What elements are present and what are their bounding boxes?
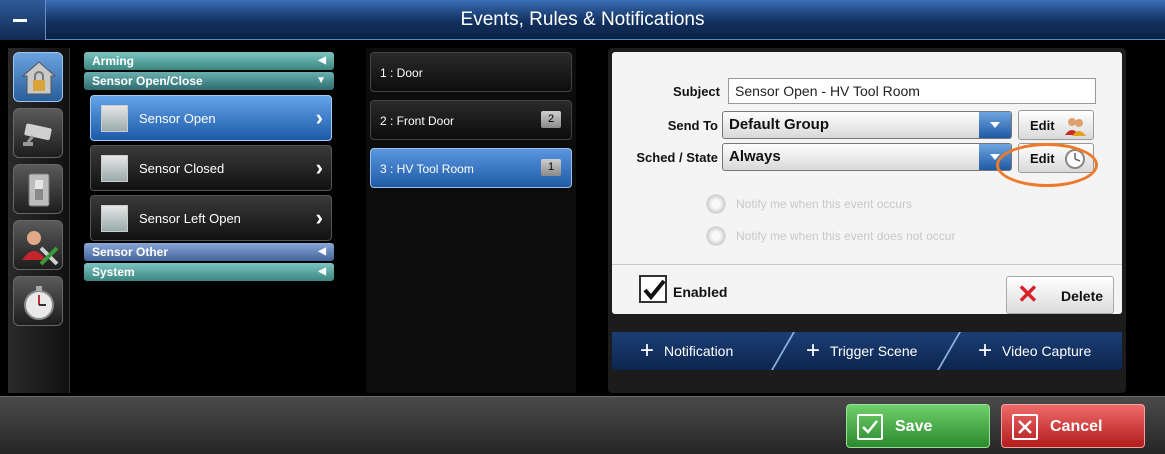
- category-system[interactable]: System ◀: [84, 263, 334, 281]
- cancel-button[interactable]: Cancel: [1001, 404, 1145, 448]
- group-people-icon: [1065, 118, 1086, 136]
- bottom-action-bar: Save Cancel: [0, 396, 1165, 454]
- sub-item-sensor-closed[interactable]: Sensor Closed ›: [90, 145, 332, 191]
- category-column: Arming ◀ Sensor Open/Close ▼ Sensor Open…: [80, 48, 338, 393]
- chevron-right-icon: ›: [315, 205, 323, 230]
- category-label: Sensor Other: [92, 245, 169, 259]
- chevron-down-icon: [979, 112, 1011, 138]
- cancel-label: Cancel: [1050, 418, 1103, 435]
- tab-notification[interactable]: + Notification: [640, 332, 770, 370]
- window-title: Events, Rules & Notifications: [460, 9, 705, 30]
- enabled-checkbox[interactable]: [639, 275, 667, 303]
- checkmark-icon: [643, 279, 666, 301]
- highlight-annotation-ring: [996, 143, 1098, 187]
- radio-label: Notify me when this event does not occur: [736, 229, 956, 243]
- radio-icon: [706, 226, 726, 246]
- tab-video-capture[interactable]: + Video Capture: [978, 332, 1118, 370]
- delete-x-icon: ✕: [1017, 279, 1039, 309]
- plus-icon: +: [806, 337, 821, 364]
- save-label: Save: [895, 418, 933, 435]
- sub-item-sensor-open[interactable]: Sensor Open ›: [90, 95, 332, 141]
- nav-home-button[interactable]: [13, 52, 63, 102]
- sensor-closed-icon: [101, 155, 128, 182]
- event-item-front-door[interactable]: 2 : Front Door 2: [370, 100, 572, 140]
- send-to-select[interactable]: Default Group: [722, 111, 1012, 139]
- chevron-right-icon: ›: [315, 105, 323, 130]
- sensor-left-open-icon: [101, 205, 128, 232]
- event-label: 3 : HV Tool Room: [380, 162, 474, 176]
- light-switch-icon: [28, 173, 50, 207]
- event-list: 1 : Door 2 : Front Door 2 3 : HV Tool Ro…: [366, 48, 576, 393]
- delete-label: Delete: [1061, 288, 1104, 304]
- divider: [612, 264, 1122, 265]
- radio-label: Notify me when this event occurs: [736, 197, 913, 211]
- close-icon: [1012, 414, 1038, 440]
- collapse-left-icon: ◀: [318, 55, 326, 66]
- collapse-left-icon: ◀: [318, 266, 326, 277]
- sub-item-label: Sensor Open: [139, 111, 216, 126]
- stopwatch-icon: [24, 286, 54, 320]
- event-label: 1 : Door: [380, 66, 423, 80]
- title-bar: Events, Rules & Notifications: [0, 0, 1165, 40]
- subject-input[interactable]: [728, 78, 1096, 104]
- security-camera-icon: [23, 123, 52, 146]
- enabled-label: Enabled: [673, 284, 728, 300]
- send-to-label: Send To: [667, 118, 718, 133]
- category-sensor-other[interactable]: Sensor Other ◀: [84, 243, 334, 261]
- tab-label: Trigger Scene: [830, 343, 918, 359]
- category-arming[interactable]: Arming ◀: [84, 52, 334, 70]
- sensor-open-icon: [101, 105, 128, 132]
- sub-item-sensor-left-open[interactable]: Sensor Left Open ›: [90, 195, 332, 241]
- category-label: Arming: [92, 54, 134, 68]
- edit-label: Edit: [1030, 118, 1055, 133]
- nav-icon-column: [8, 48, 70, 393]
- event-item-door[interactable]: 1 : Door: [370, 52, 572, 92]
- save-button[interactable]: Save: [846, 404, 990, 448]
- expand-down-icon: ▼: [316, 75, 326, 86]
- send-to-value: Default Group: [729, 116, 829, 133]
- home-lock-icon: [21, 61, 57, 95]
- tab-label: Video Capture: [1002, 343, 1092, 359]
- event-label: 2 : Front Door: [380, 114, 455, 128]
- plus-icon: +: [978, 337, 993, 364]
- category-label: System: [92, 265, 135, 279]
- nav-switch-button[interactable]: [13, 164, 63, 214]
- event-count-badge: 2: [541, 111, 561, 128]
- sub-item-label: Sensor Left Open: [139, 211, 241, 226]
- delete-button[interactable]: ✕ Delete: [1006, 276, 1114, 314]
- tab-trigger-scene[interactable]: + Trigger Scene: [806, 332, 946, 370]
- tab-label: Notification: [664, 343, 734, 359]
- nav-camera-button[interactable]: [13, 108, 63, 158]
- category-label: Sensor Open/Close: [92, 74, 203, 88]
- sched-state-label: Sched / State: [636, 150, 718, 165]
- collapse-left-icon: ◀: [318, 246, 326, 257]
- category-sensor-open-close[interactable]: Sensor Open/Close ▼: [84, 72, 334, 90]
- sched-state-value: Always: [729, 148, 781, 165]
- sub-item-label: Sensor Closed: [139, 161, 225, 176]
- plus-icon: +: [640, 337, 655, 364]
- check-icon: [857, 414, 883, 440]
- event-item-hv-tool-room[interactable]: 3 : HV Tool Room 1: [370, 148, 572, 188]
- subject-label: Subject: [673, 84, 720, 99]
- sched-state-select[interactable]: Always: [722, 143, 1012, 171]
- action-tab-strip: + Notification + Trigger Scene + Video C…: [612, 332, 1122, 370]
- radio-icon: [706, 194, 726, 214]
- tab-divider: [771, 332, 795, 370]
- edit-send-to-button[interactable]: Edit: [1018, 110, 1094, 140]
- chevron-right-icon: ›: [315, 155, 323, 180]
- user-tools-icon: [22, 231, 59, 266]
- nav-timer-button[interactable]: [13, 276, 63, 326]
- nav-user-tools-button[interactable]: [13, 220, 63, 270]
- event-count-badge: 1: [541, 159, 561, 176]
